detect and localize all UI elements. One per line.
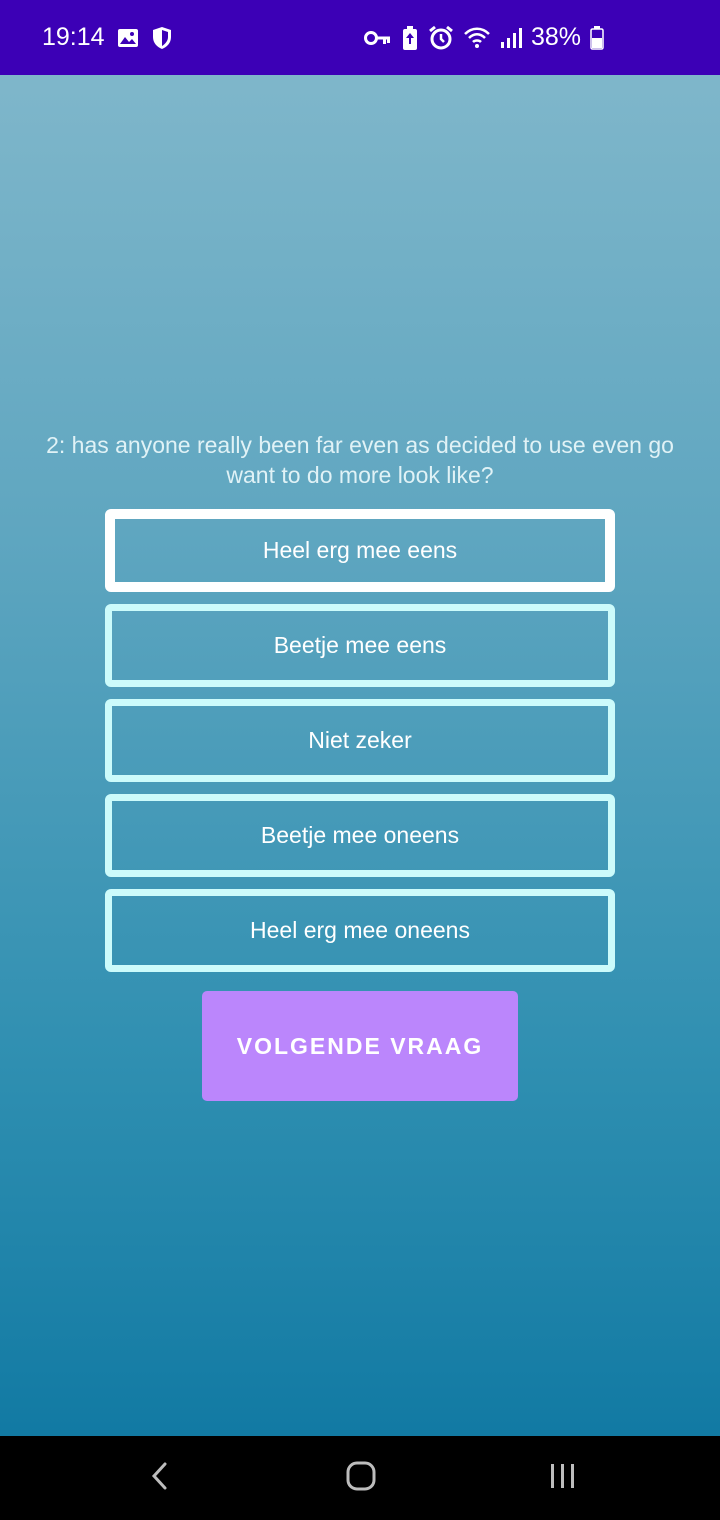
option-niet-zeker[interactable]: Niet zeker bbox=[105, 699, 615, 782]
status-left: 19:14 bbox=[42, 0, 173, 75]
recents-icon bbox=[548, 1462, 578, 1495]
status-time: 19:14 bbox=[42, 23, 105, 51]
option-label: Beetje mee eens bbox=[273, 632, 447, 658]
option-label: Beetje mee oneens bbox=[260, 822, 460, 848]
question-text: 2: has anyone really been far even as de… bbox=[46, 432, 674, 488]
battery-saver-icon bbox=[401, 25, 419, 51]
battery-icon bbox=[590, 25, 604, 50]
navigation-bar bbox=[0, 1436, 720, 1520]
back-icon bbox=[148, 1461, 172, 1496]
image-icon bbox=[117, 28, 139, 48]
key-icon bbox=[363, 29, 392, 47]
home-button[interactable] bbox=[301, 1436, 421, 1520]
wifi-icon bbox=[463, 26, 491, 50]
back-button[interactable] bbox=[100, 1436, 220, 1520]
option-label: Heel erg mee eens bbox=[262, 537, 458, 563]
option-label: Heel erg mee oneens bbox=[250, 917, 470, 943]
signal-icon bbox=[500, 27, 522, 49]
next-question-button[interactable]: VOLGENDE VRAAG bbox=[202, 991, 518, 1101]
alarm-icon bbox=[428, 25, 454, 51]
answer-options: Heel erg mee eens Beetje mee eens Niet z… bbox=[105, 509, 615, 972]
option-beetje-mee-eens[interactable]: Beetje mee eens bbox=[105, 604, 615, 687]
next-question-label: VOLGENDE VRAAG bbox=[236, 1032, 484, 1059]
option-beetje-mee-oneens[interactable]: Beetje mee oneens bbox=[105, 794, 615, 877]
option-heel-erg-mee-eens[interactable]: Heel erg mee eens bbox=[105, 509, 615, 592]
option-heel-erg-mee-oneens[interactable]: Heel erg mee oneens bbox=[105, 889, 615, 972]
status-bar: 19:14 38% bbox=[0, 0, 720, 75]
status-right: 38% bbox=[363, 0, 604, 75]
battery-percent: 38% bbox=[530, 23, 581, 51]
option-label: Niet zeker bbox=[308, 727, 412, 753]
recents-button[interactable] bbox=[503, 1436, 623, 1520]
shield-icon bbox=[151, 26, 173, 50]
home-icon bbox=[345, 1460, 377, 1497]
